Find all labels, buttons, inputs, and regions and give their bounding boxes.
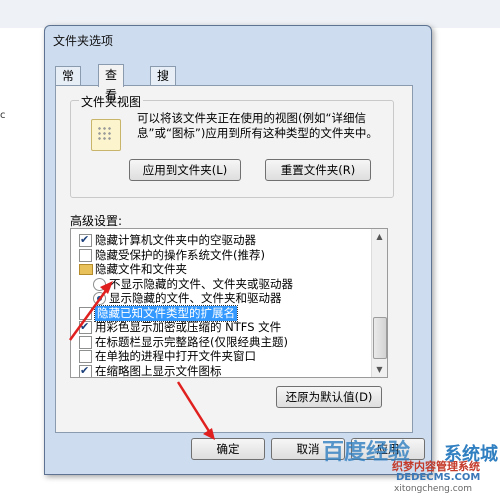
advanced-settings-list[interactable]: 隐藏计算机文件夹中的空驱动器隐藏受保护的操作系统文件(推荐)隐藏文件和文件夹不显… xyxy=(70,228,388,378)
view-tab-panel: 文件夹视图 可以将该文件夹正在使用的视图(例如“详细信息”或“图标”)应用到所有… xyxy=(55,85,413,433)
setting-radio[interactable] xyxy=(93,292,106,305)
setting-label: 隐藏已知文件类型的扩展名 xyxy=(94,304,238,322)
restore-defaults-button[interactable]: 还原为默认值(D) xyxy=(276,386,382,408)
scroll-down-icon[interactable]: ▼ xyxy=(372,362,387,377)
scrollbar[interactable]: ▲ ▼ xyxy=(371,229,387,377)
ok-button[interactable]: 确定 xyxy=(191,438,265,460)
setting-checkbox[interactable] xyxy=(79,232,92,247)
scroll-up-icon[interactable]: ▲ xyxy=(372,229,387,244)
folder-view-icon xyxy=(91,119,121,151)
setting-label: 在标题栏显示完整路径(仅限经典主题) xyxy=(95,334,288,349)
setting-checkbox[interactable] xyxy=(79,319,92,334)
reset-folders-button[interactable]: 重置文件夹(R) xyxy=(265,159,371,181)
folder-icon xyxy=(79,264,93,275)
folder-views-description: 可以将该文件夹正在使用的视图(例如“详细信息”或“图标”)应用到所有这种类型的文… xyxy=(137,111,378,140)
setting-label: 隐藏计算机文件夹中的空驱动器 xyxy=(95,233,256,247)
tab-general[interactable]: 常规 xyxy=(55,66,82,101)
setting-checkbox[interactable] xyxy=(79,335,92,349)
apply-to-folders-button[interactable]: 应用到文件夹(L) xyxy=(129,159,241,181)
setting-checkbox[interactable] xyxy=(79,363,92,377)
desktop-background-strip xyxy=(0,0,500,28)
setting-label: 用彩色显示加密或压缩的 NTFS 文件 xyxy=(95,320,282,334)
setting-label: 隐藏受保护的操作系统文件(推荐) xyxy=(95,247,265,262)
folder-views-group: 文件夹视图 可以将该文件夹正在使用的视图(例如“详细信息”或“图标”)应用到所有… xyxy=(70,93,394,198)
setting-checkbox[interactable] xyxy=(79,306,92,320)
window-title: 文件夹选项 xyxy=(53,34,114,48)
advanced-settings-label: 高级设置: xyxy=(70,214,123,228)
setting-label: 不显示隐藏的文件、文件夹或驱动器 xyxy=(109,276,293,291)
setting-label: 显示隐藏的文件、文件夹和驱动器 xyxy=(109,291,282,305)
tab-view[interactable]: 查看 xyxy=(98,64,125,102)
setting-checkbox[interactable] xyxy=(79,248,92,262)
setting-radio[interactable] xyxy=(93,277,106,291)
setting-label: 在缩略图上显示文件图标 xyxy=(95,363,222,378)
tab-search[interactable]: 搜索 xyxy=(150,66,177,101)
setting-label: 隐藏文件和文件夹 xyxy=(95,262,187,276)
watermark-site-url: DEDECMS.COM xyxy=(396,472,481,483)
background-text: c xyxy=(0,110,6,121)
watermark-domain: xitongcheng.com xyxy=(394,484,472,494)
setting-label: 在单独的进程中打开文件夹窗口 xyxy=(95,349,256,363)
scrollbar-thumb[interactable] xyxy=(373,317,387,359)
watermark-brand: 系统城 xyxy=(444,444,498,465)
folder-options-dialog: 文件夹选项 常规 查看 搜索 文件夹视图 可以将该文件夹正在使用的视图(例如“详… xyxy=(44,25,432,475)
setting-checkbox[interactable] xyxy=(79,350,92,363)
